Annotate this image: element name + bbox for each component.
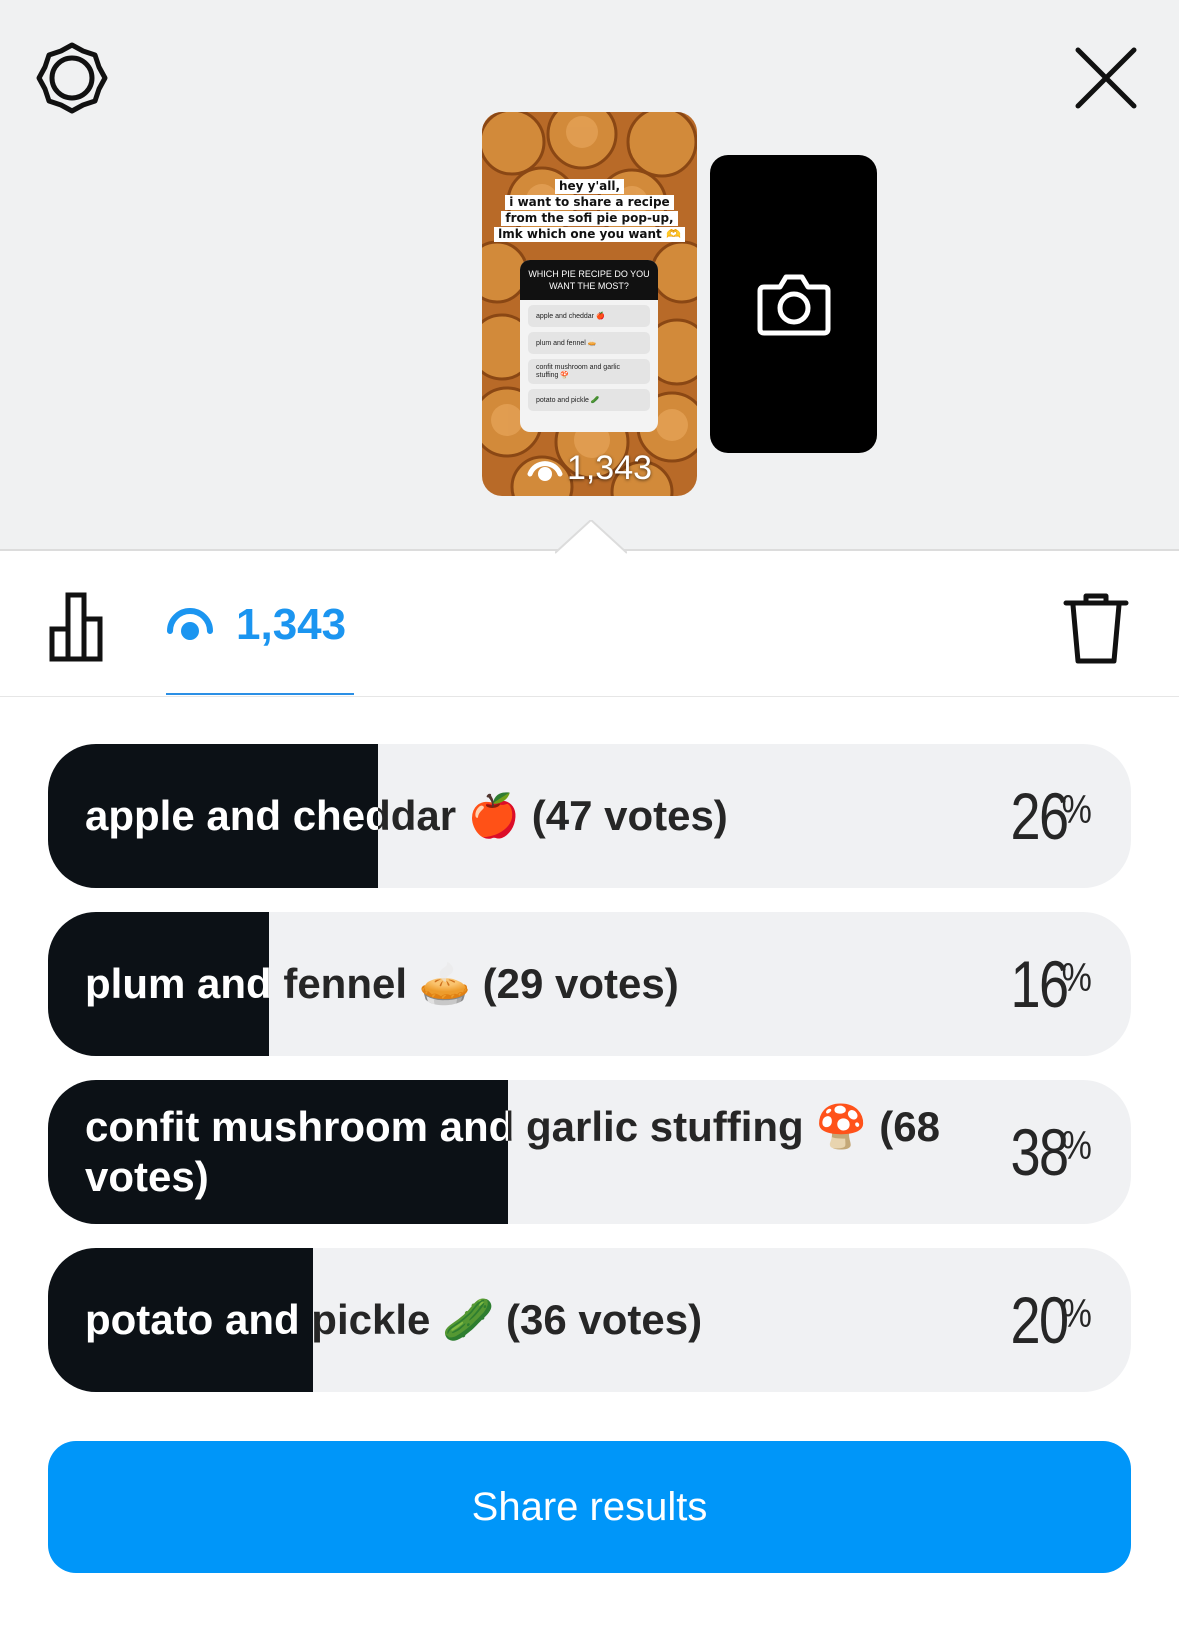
poll-option: apple and cheddar 🍎 (528, 305, 650, 327)
tab-viewers[interactable]: 1,343 (166, 593, 346, 657)
eye-icon (527, 460, 563, 481)
caption-line: hey y'all, (554, 179, 625, 194)
story-thumbnail[interactable]: hey y'all, i want to share a recipe from… (482, 112, 697, 496)
close-icon[interactable] (1070, 42, 1142, 114)
caption-line: i want to share a recipe (505, 195, 674, 210)
poll-question: WHICH PIE RECIPE DO YOU WANT THE MOST? (520, 260, 658, 300)
result-percent: 16% (1010, 947, 1093, 1021)
thumbnail-views-text: 1,343 (566, 449, 653, 487)
poll-sticker: WHICH PIE RECIPE DO YOU WANT THE MOST? a… (520, 260, 658, 432)
result-percent: 20% (1010, 1283, 1093, 1357)
caption-line: lmk which one you want 🫶 (494, 227, 685, 242)
share-results-button[interactable]: Share results (48, 1441, 1131, 1573)
story-caption: hey y'all, i want to share a recipe from… (482, 179, 697, 242)
views-count: 1,343 (236, 600, 347, 649)
poll-result-row[interactable]: plum and fennel 🥧 (29 votes) plum and fe… (48, 912, 1131, 1056)
add-story-camera-card[interactable] (710, 155, 877, 453)
result-percent: 38% (1010, 1115, 1093, 1189)
poll-option: plum and fennel 🥧 (528, 332, 650, 354)
poll-result-row[interactable]: confit mushroom and garlic stuffing 🍄 (6… (48, 1080, 1131, 1224)
poll-result-row[interactable]: apple and cheddar 🍎 (47 votes) apple and… (48, 744, 1131, 888)
poll-results: apple and cheddar 🍎 (47 votes) apple and… (48, 744, 1131, 1416)
camera-icon (757, 274, 831, 336)
caption-line: from the sofi pie pop-up, (501, 211, 678, 226)
thumbnail-view-count: 1,343 (482, 449, 697, 488)
result-percent: 26% (1010, 779, 1093, 853)
poll-option: potato and pickle 🥒 (528, 389, 650, 411)
gear-icon[interactable] (36, 42, 108, 114)
insights-tab-bar: 1,343 (0, 553, 1179, 697)
bar-chart-icon[interactable] (48, 591, 120, 663)
story-preview-area: hey y'all, i want to share a recipe from… (0, 0, 1179, 551)
active-tab-indicator (166, 693, 354, 695)
selection-pointer (555, 520, 627, 554)
poll-result-row[interactable]: potato and pickle 🥒 (36 votes) potato an… (48, 1248, 1131, 1392)
eye-icon (167, 608, 213, 640)
poll-option: confit mushroom and garlic stuffing 🍄 (528, 359, 650, 384)
trash-icon[interactable] (1062, 591, 1130, 665)
